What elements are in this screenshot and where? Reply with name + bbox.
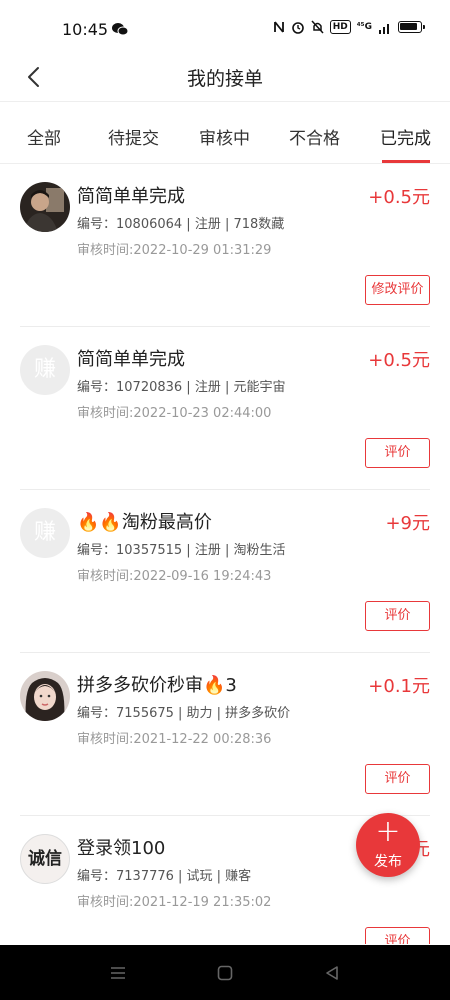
item-review-time: 审核时间:2022-10-23 02:44:00	[77, 406, 272, 421]
active-tab-indicator	[382, 160, 430, 163]
signal-icon	[379, 23, 389, 34]
item-meta: 编号：7155675 | 助力 | 拼多多砍价	[77, 706, 291, 721]
list-item[interactable]: 简简单单完成 +0.5元 编号：10806064 | 注册 | 718数藏 审核…	[20, 164, 430, 327]
tab-rejected[interactable]: 不合格	[289, 124, 340, 149]
item-reward: +9元	[385, 513, 430, 534]
status-icons: HD ⁴⁵G	[273, 20, 425, 34]
item-review-time: 审核时间:2022-09-16 19:24:43	[77, 569, 272, 584]
list-item[interactable]: 赚 🔥🔥淘粉最高价 +9元 编号：10357515 | 注册 | 淘粉生活 审核…	[20, 490, 430, 653]
mute-icon	[311, 20, 324, 34]
alarm-icon	[291, 22, 304, 34]
item-meta: 编号：10357515 | 注册 | 淘粉生活	[77, 543, 286, 558]
avatar: 赚	[20, 345, 70, 395]
edit-review-button[interactable]: 修改评价	[365, 275, 430, 305]
item-meta: 编号：10806064 | 注册 | 718数藏	[77, 217, 285, 232]
item-meta: 编号：10720836 | 注册 | 元能宇宙	[77, 380, 286, 395]
list-item[interactable]: 赚 简简单单完成 +0.5元 编号：10720836 | 注册 | 元能宇宙 审…	[20, 327, 430, 490]
item-meta: 编号：7137776 | 试玩 | 赚客	[77, 869, 252, 884]
item-title: 简简单单完成	[77, 186, 185, 207]
tab-pending-submit[interactable]: 待提交	[108, 124, 159, 149]
avatar-placeholder-text: 赚	[33, 357, 56, 382]
back-triangle-icon[interactable]	[322, 963, 342, 983]
home-icon[interactable]	[215, 963, 235, 983]
tab-completed[interactable]: 已完成	[380, 124, 431, 149]
item-reward: +0.5元	[368, 350, 430, 371]
review-button[interactable]: 评价	[365, 438, 430, 468]
item-title: 🔥🔥淘粉最高价	[77, 512, 212, 533]
hd-icon: HD	[329, 20, 351, 34]
status-time: 10:45	[62, 20, 109, 39]
tab-all[interactable]: 全部	[27, 124, 61, 149]
review-button[interactable]: 评价	[365, 927, 430, 944]
avatar-placeholder-text: 赚	[33, 520, 56, 545]
menu-icon[interactable]	[108, 963, 128, 983]
review-button[interactable]: 评价	[365, 601, 430, 631]
wechat-icon	[112, 23, 128, 36]
item-title: 拼多多砍价秒审🔥3	[77, 675, 237, 696]
item-reward: +0.5元	[368, 187, 430, 208]
item-reward: +0.1元	[368, 676, 430, 697]
avatar	[20, 671, 70, 721]
item-review-time: 审核时间:2021-12-22 00:28:36	[77, 732, 272, 747]
battery-icon	[398, 21, 425, 33]
avatar-logo-text: 诚信	[28, 849, 62, 869]
publish-button[interactable]: + 发布	[356, 813, 420, 877]
avatar: 赚	[20, 508, 70, 558]
status-bar: 10:45 HD ⁴⁵G	[0, 0, 450, 60]
item-title: 登录领100	[77, 838, 166, 859]
plus-icon: +	[375, 814, 401, 849]
item-title: 简简单单完成	[77, 349, 185, 370]
nav-bar: 我的接单	[0, 52, 450, 102]
item-review-time: 审核时间:2022-10-29 01:31:29	[77, 243, 272, 258]
tab-under-review[interactable]: 审核中	[199, 124, 250, 149]
review-button[interactable]: 评价	[365, 764, 430, 794]
nfc-icon	[273, 21, 284, 33]
publish-label: 发布	[374, 854, 402, 870]
avatar: 诚信	[20, 834, 70, 884]
tab-bar: 全部 待提交 审核中 不合格 已完成	[0, 104, 450, 164]
avatar	[20, 182, 70, 232]
page-title: 我的接单	[186, 68, 263, 90]
item-review-time: 审核时间:2021-12-19 21:35:02	[77, 895, 272, 910]
system-navigation-bar	[0, 945, 450, 1000]
network-type: ⁴⁵G	[356, 21, 372, 32]
list-item[interactable]: 拼多多砍价秒审🔥3 +0.1元 编号：7155675 | 助力 | 拼多多砍价 …	[20, 653, 430, 816]
